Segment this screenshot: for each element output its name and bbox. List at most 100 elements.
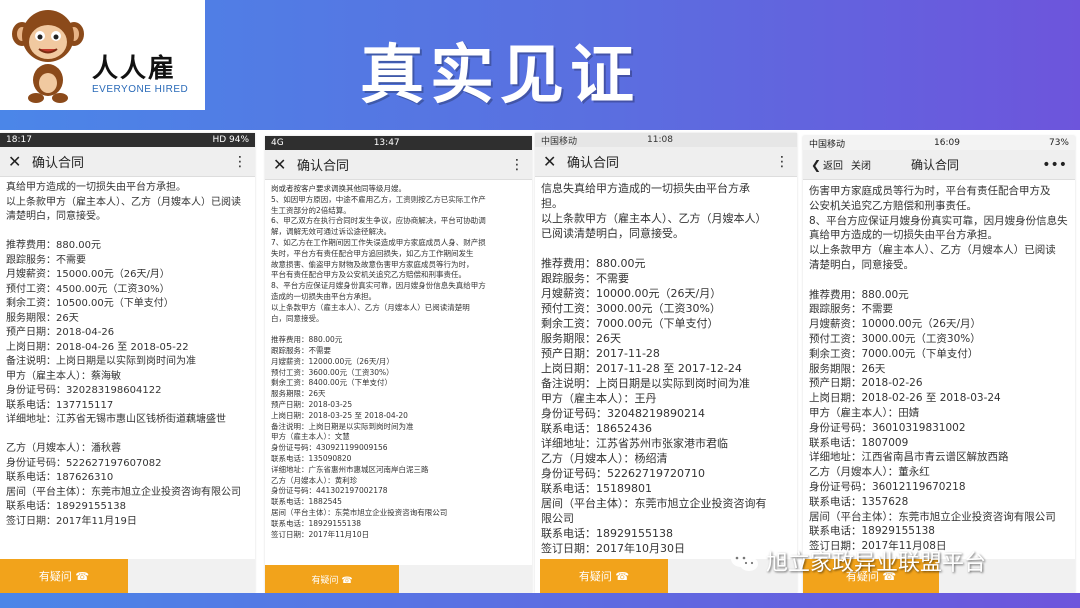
- contract-line: 身份证号码：441302197002178: [271, 486, 388, 496]
- wechat-watermark: 旭立家政异业联盟平台: [730, 545, 986, 577]
- contract-line: 平台有责任配合甲方及公安机关追究乙方赔偿和刑事责任。: [271, 270, 466, 280]
- contract-line: 居间（平台主体）：东莞市旭立企业投资咨询有限公司: [271, 507, 448, 517]
- contract-line: 联系电话：15189801: [541, 482, 652, 495]
- contract-line: 7、如乙方在工作期间因工作失误造成甲方家庭成员人身、财产损: [271, 237, 486, 247]
- contract-line: 剩余工资：7000.00元（下单支付）: [541, 317, 719, 330]
- contract-line: 月嫂薪资：12000.00元（26天/月）: [271, 356, 394, 366]
- contract-line: 备注说明：上岗日期是以实际到岗时间为准: [541, 377, 750, 390]
- header-title: 确认合同: [297, 159, 350, 174]
- contract-line: 月嫂薪资：15000.00元（26天/月）: [6, 269, 170, 280]
- contract-line: 身份证号码：52262719720710: [541, 467, 705, 480]
- contract-line: 预付工资：3000.00元（工资30%）: [541, 302, 721, 315]
- status-carrier: 中国移动: [809, 139, 846, 150]
- status-battery: 73%: [1048, 138, 1069, 148]
- contract-line: 预产日期：2017-11-28: [541, 347, 660, 360]
- app-header: ✕ 确认合同 ⋮: [0, 147, 255, 177]
- contract-screenshot-4: 中国移动 16:09 73% ❮ 返回 关闭 确认合同 ••• 伤害甲方家庭成员…: [803, 136, 1075, 593]
- contract-line: 居间（平台主体）：东莞市旭立企业投资咨询有: [541, 497, 767, 510]
- more-menu-icon[interactable]: ⋮: [775, 154, 789, 170]
- close-button[interactable]: 关闭: [851, 157, 911, 172]
- contract-line: [809, 273, 1069, 288]
- contract-line: 联系电话：1882545: [271, 497, 342, 507]
- contract-line: 推荐费用：880.00元: [809, 288, 909, 301]
- contract-line: 联系电话：18929155138: [541, 527, 673, 540]
- contract-line: 造成的一切损失由平台方承担。: [271, 291, 376, 301]
- contract-line: 已阅读清楚明白，同意接受。: [541, 227, 684, 240]
- contract-line: 甲方（雇主本人）：文慧: [271, 432, 350, 442]
- status-time: 18:17: [6, 135, 32, 145]
- header-title: 确认合同: [911, 158, 960, 172]
- contract-line: 身份证号码：430921199009156: [271, 443, 388, 453]
- back-button[interactable]: 返回: [823, 157, 851, 172]
- contract-line: 身份证号码：320283198604122: [6, 385, 162, 396]
- status-time: 11:08: [647, 135, 673, 145]
- brand-name-en: EVERYONE HIRED: [92, 84, 189, 95]
- contract-line: 甲方（雇主本人）：王丹: [541, 392, 657, 405]
- contract-line: 限公司: [541, 512, 574, 525]
- contract-line: 联系电话：187626310: [6, 472, 114, 483]
- contract-line: 详细地址：江西省南昌市青云谱区解放西路: [809, 451, 1009, 464]
- status-bar: 4G 13:47: [265, 136, 532, 150]
- contract-line: 签订日期：2017年11月19日: [6, 515, 137, 527]
- contract-line: 联系电话：137715117: [6, 399, 114, 411]
- more-menu-icon[interactable]: ⋮: [233, 154, 247, 170]
- contract-line: 月嫂薪资：10000.00元（26天/月）: [541, 287, 722, 300]
- contract-line: 跟踪服务：不需要: [541, 272, 629, 285]
- contract-line: 清楚明白，同意接受。: [6, 211, 106, 222]
- contract-line: 联系电话：18929155138: [809, 525, 935, 538]
- contract-line: 6、甲乙双方在执行合同时发生争议，应协商解决，平台可协助调: [271, 216, 486, 226]
- contract-line: 推荐费用：880.00元: [6, 240, 101, 251]
- app-header: ✕ 确认合同 ⋮: [535, 147, 797, 177]
- contract-line: 推荐费用：880.00元: [541, 257, 646, 270]
- back-icon[interactable]: ❮: [811, 158, 823, 172]
- contract-line: 清楚明白，同意接受。: [809, 258, 914, 271]
- contract-line: 详细地址：广东省惠州市惠城区河南岸白泥三路: [271, 464, 429, 474]
- watermark-text: 旭立家政异业联盟平台: [766, 551, 987, 576]
- close-icon[interactable]: ✕: [543, 152, 567, 171]
- wechat-icon: [731, 551, 758, 571]
- contract-line: 预付工资：4500.00元（工资30%）: [6, 283, 170, 295]
- contract-line: 联系电话：18652436: [541, 422, 652, 435]
- contract-line: 上岗日期：2018-03-25 至 2018-04-20: [271, 410, 408, 420]
- status-bar: 中国移动 16:09 73%: [803, 136, 1075, 150]
- question-button[interactable]: 有疑问 ☎: [265, 565, 399, 593]
- contract-line: 上岗日期：2018-04-26 至 2018-05-22: [6, 341, 189, 353]
- more-menu-icon[interactable]: •••: [1042, 157, 1067, 173]
- contract-line: 身份证号码：522627197607082: [6, 457, 162, 469]
- contract-line: 详细地址：江苏省苏州市张家港市君临: [541, 437, 728, 450]
- contract-line: 预付工资：3000.00元（工资30%）: [809, 332, 981, 345]
- contract-line: 伤害甲方家庭成员等行为时，平台有责任配合甲方及: [809, 185, 1051, 197]
- contract-line: 服务期限：26天: [6, 312, 79, 324]
- footer-bar: [128, 559, 255, 593]
- contract-line: 预付工资：3600.00元（工资30%）: [271, 367, 394, 377]
- contract-line: 联系电话：1807009: [809, 436, 909, 449]
- status-time: 16:09: [934, 138, 960, 148]
- status-signal: 4G: [271, 138, 284, 148]
- close-icon[interactable]: ✕: [273, 155, 297, 174]
- header-title: 确认合同: [32, 156, 85, 171]
- contract-line: 联系电话：18929155138: [271, 518, 361, 528]
- more-menu-icon[interactable]: ⋮: [510, 157, 524, 173]
- contract-screenshot-3: 中国移动 11:08 ✕ 确认合同 ⋮ 信息失真给甲方造成的一切损失由平台方承 …: [535, 133, 797, 593]
- question-button[interactable]: 有疑问 ☎: [540, 559, 668, 593]
- contract-line: 联系电话：1357628: [809, 495, 909, 508]
- contract-line: 服务期限：26天: [541, 332, 621, 345]
- contract-line: 剩余工资：8400.00元（下单支付）: [271, 378, 393, 388]
- contract-line: [6, 225, 249, 240]
- contract-line: 乙方（月嫂本人）：杨绍清: [541, 452, 668, 465]
- status-carrier: 中国移动: [541, 136, 578, 147]
- bottom-strip: [0, 593, 1080, 608]
- close-icon[interactable]: ✕: [8, 152, 32, 171]
- contract-line: 跟踪服务：不需要: [809, 303, 893, 316]
- contract-line: 信息失真给甲方造成的一切损失由平台方承: [541, 182, 750, 195]
- contract-line: 推荐费用：880.00元: [271, 335, 343, 345]
- contract-line: 以上条款甲方（雇主本人）、乙方（月嫂本人）已阅读: [6, 196, 241, 208]
- app-header: ❮ 返回 关闭 确认合同 •••: [803, 150, 1075, 180]
- contract-line: 跟踪服务：不需要: [6, 254, 86, 266]
- question-button[interactable]: 有疑问 ☎: [0, 559, 128, 593]
- contract-line: 8、平台方应保证月嫂身份真实可靠，因月嫂身份信息失: [809, 214, 1068, 227]
- contract-screenshot-1: 18:17 HD 94% ✕ 确认合同 ⋮ 真给甲方造成的一切损失由平台方承担。…: [0, 133, 255, 593]
- contract-line: 剩余工资：10500.00元（下单支付）: [6, 298, 174, 309]
- contract-line: 乙方（月嫂本人）：黄利珍: [271, 475, 358, 485]
- contract-line: 以上条款甲方（雇主本人）、乙方（月嫂本人）已阅读: [809, 244, 1056, 257]
